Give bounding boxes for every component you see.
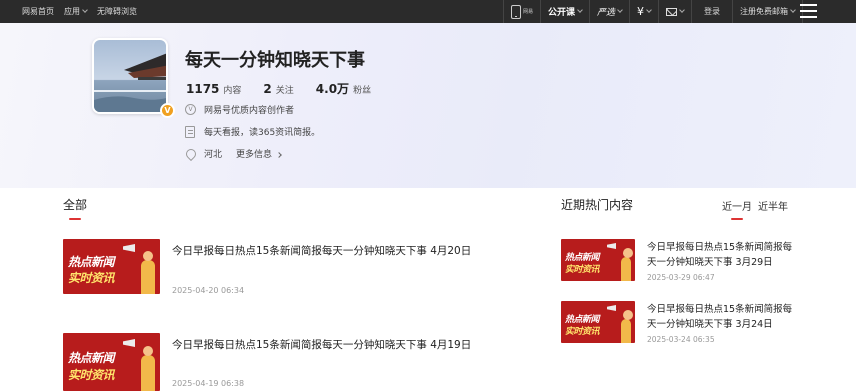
thumbnail-line2: 实时资讯	[68, 271, 115, 285]
location-text: 河北	[204, 150, 223, 160]
hot-item-title[interactable]: 今日早报每日热点15条新闻简报每天一分钟知晓天下事 3月24日	[647, 302, 797, 332]
stat-content[interactable]: 1175 内容	[186, 78, 241, 97]
location-pin-icon	[183, 146, 199, 161]
verified-badge-icon: V	[160, 103, 175, 118]
phone-icon	[511, 4, 521, 19]
person-figure	[141, 251, 155, 294]
stat-following[interactable]: 2 关注	[263, 78, 293, 97]
certification-icon: V	[185, 104, 196, 115]
login-label: 登录	[704, 7, 721, 16]
chevron-down-icon	[646, 6, 652, 13]
article-date: 2025-04-20 06:34	[172, 286, 245, 295]
thumbnail-line1: 热点新闻	[68, 351, 115, 365]
netease-home-link[interactable]: 网易首页	[22, 6, 54, 17]
more-info-label: 更多信息	[236, 150, 273, 160]
register-mail-menu[interactable]: 注册免费邮箱	[732, 0, 802, 23]
article-title[interactable]: 今日早报每日热点15条新闻简报每天一分钟知晓天下事 4月19日	[172, 337, 471, 352]
location-row: 河北 更多信息	[183, 146, 282, 161]
article-date: 2025-04-19 06:38	[172, 379, 245, 388]
yanxuan-menu[interactable]: 严选	[589, 0, 629, 23]
person-figure	[141, 346, 155, 391]
chevron-right-icon	[276, 152, 282, 158]
chevron-down-icon	[790, 6, 796, 13]
avatar-image	[94, 53, 166, 112]
more-info-link[interactable]: 更多信息	[236, 147, 282, 160]
article-thumbnail[interactable]: 热点新闻 实时资讯	[63, 333, 160, 391]
top-nav-bar: 网易首页 应用 无障碍浏览 网易 公开课 严选 ¥ 登录 注册免费邮箱	[0, 0, 856, 23]
open-course-label: 公开课	[548, 8, 576, 18]
certification-row: V 网易号优质内容创作者	[185, 103, 294, 116]
stat-unit: 关注	[275, 86, 294, 96]
megaphone-icon	[607, 305, 616, 311]
thumbnail-line1: 热点新闻	[68, 255, 115, 269]
accessibility-link[interactable]: 无障碍浏览	[97, 6, 137, 17]
register-label: 注册免费邮箱	[740, 7, 789, 16]
person-figure	[621, 310, 633, 343]
hamburger-menu-icon[interactable]	[800, 4, 817, 18]
payment-menu[interactable]: ¥	[629, 0, 658, 23]
profile-stats: 1175 内容 2 关注 4.0万 粉丝	[186, 78, 371, 97]
article-thumbnail[interactable]: 热点新闻 实时资讯	[63, 239, 160, 294]
certification-text: 网易号优质内容创作者	[204, 106, 295, 116]
description-text: 每天看报，读365资讯简报。	[204, 128, 321, 138]
stat-value: 1175	[186, 82, 220, 96]
section-underline	[69, 218, 81, 220]
phone-label: 网易	[523, 9, 534, 15]
hot-item-thumbnail[interactable]: 热点新闻 实时资讯	[561, 239, 635, 281]
thumbnail-line2: 实时资讯	[68, 368, 115, 382]
open-course-menu[interactable]: 公开课	[540, 0, 589, 23]
login-link[interactable]: 登录	[691, 0, 732, 23]
page-title: 每天一分钟知晓天下事	[185, 50, 365, 71]
avatar[interactable]	[92, 38, 168, 114]
active-tab-underline	[731, 218, 743, 220]
thumbnail-line2: 实时资讯	[565, 265, 600, 275]
person-figure	[621, 248, 633, 281]
article-title[interactable]: 今日早报每日热点15条新闻简报每天一分钟知晓天下事 4月20日	[172, 243, 471, 258]
megaphone-icon	[123, 339, 135, 347]
top-nav-right: 网易 公开课 严选 ¥ 登录 注册免费邮箱	[503, 0, 811, 23]
stat-value: 2	[263, 82, 272, 96]
stat-unit: 内容	[223, 86, 242, 96]
hot-item-date: 2025-03-24 06:35	[647, 335, 715, 344]
tab-last-month[interactable]: 近一月	[722, 198, 752, 213]
hot-item-title[interactable]: 今日早报每日热点15条新闻简报每天一分钟知晓天下事 3月29日	[647, 240, 797, 270]
thumbnail-line2: 实时资讯	[565, 327, 600, 337]
stat-unit: 粉丝	[353, 86, 372, 96]
all-section-title: 全部	[63, 198, 88, 212]
top-nav-left: 网易首页 应用 无障碍浏览	[22, 0, 137, 23]
document-icon	[185, 125, 195, 138]
chevron-down-icon	[82, 7, 88, 13]
mail-menu[interactable]	[658, 0, 691, 23]
chevron-down-icon	[679, 6, 685, 13]
mobile-app-button[interactable]: 网易	[503, 0, 540, 23]
hot-section-title: 近期热门内容	[561, 198, 634, 212]
chevron-down-icon	[577, 6, 583, 13]
megaphone-icon	[123, 244, 135, 252]
yen-icon: ¥	[637, 5, 645, 18]
stat-fans[interactable]: 4.0万 粉丝	[316, 78, 371, 97]
description-row: 每天看报，读365资讯简报。	[185, 125, 320, 138]
yanxuan-label: 严选	[597, 8, 616, 18]
apps-menu-label: 应用	[64, 7, 80, 16]
apps-menu[interactable]: 应用	[64, 6, 88, 17]
mail-icon	[666, 7, 678, 16]
tab-last-half-year[interactable]: 近半年	[758, 198, 788, 213]
megaphone-icon	[607, 243, 616, 249]
hot-item-thumbnail[interactable]: 热点新闻 实时资讯	[561, 301, 635, 343]
chevron-down-icon	[617, 6, 623, 13]
hot-item-date: 2025-03-29 06:47	[647, 273, 715, 282]
stat-value: 4.0万	[315, 82, 350, 96]
